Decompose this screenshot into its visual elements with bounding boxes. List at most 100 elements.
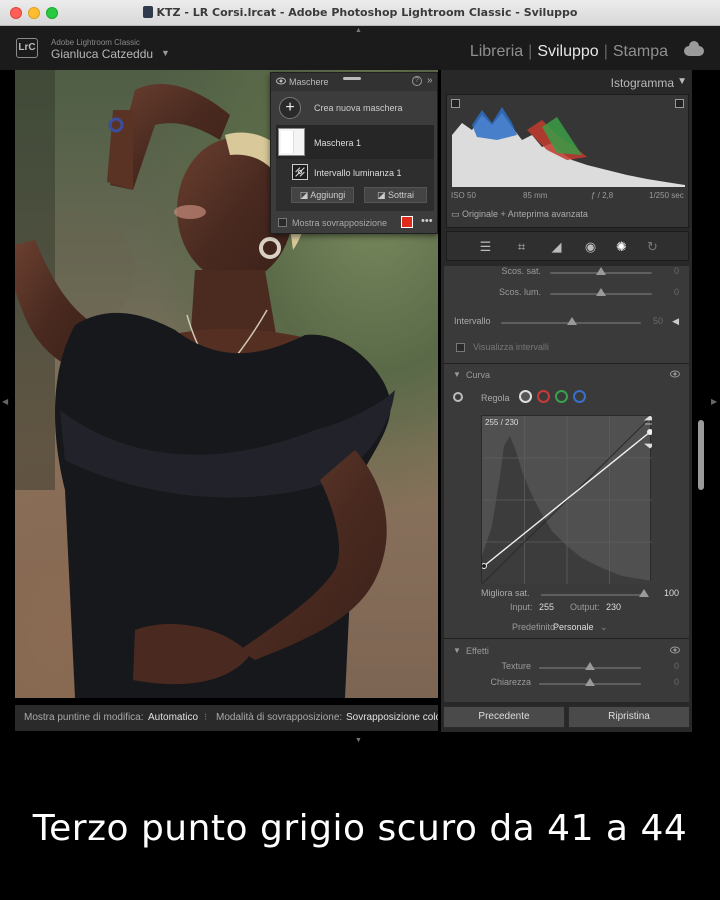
right-panel-scrollbar[interactable] <box>697 270 705 704</box>
top-panel-toggle-icon[interactable]: ▲ <box>355 27 362 34</box>
show-pins-select[interactable]: Automatico <box>148 712 198 723</box>
masks-panel-header[interactable]: Maschere ? » <box>271 73 437 91</box>
enhance-saturation-value[interactable]: 100 <box>664 588 679 598</box>
masks-panel: Maschere ? » + Crea nuova maschera Masch… <box>270 72 438 234</box>
range-arrow-icon[interactable]: ◀ <box>672 316 679 327</box>
presets-icon[interactable]: ↻ <box>645 239 660 254</box>
texture-label: Texture <box>501 661 531 671</box>
cloud-sync-icon[interactable] <box>684 41 704 56</box>
tone-curve-graph[interactable]: 255 / 230 <box>481 415 652 584</box>
show-overlay-label[interactable]: Mostra sovrapposizione <box>292 218 387 228</box>
show-pins-label: Mostra puntine di modifica: <box>24 712 144 723</box>
panel-drag-handle[interactable] <box>343 77 361 80</box>
subtract-from-mask-button[interactable]: ◪ Sottrai <box>364 187 427 203</box>
reset-button[interactable]: Ripristina <box>568 706 690 728</box>
help-icon[interactable]: ? <box>412 76 422 86</box>
mask-item-1-label: Maschera 1 <box>314 138 362 148</box>
identity-menu-caret-icon[interactable]: ▼ <box>161 48 170 58</box>
histogram[interactable]: ISO 50 85 mm ƒ / 2,8 1/250 sec ▭ Origina… <box>446 94 689 228</box>
expand-triangle-icon[interactable]: ▼ <box>453 646 461 655</box>
app-name: Adobe Lightroom Classic <box>51 38 140 47</box>
target-adjust-icon[interactable] <box>453 392 463 402</box>
slider-knob[interactable] <box>596 267 606 275</box>
previous-button[interactable]: Precedente <box>443 706 565 728</box>
slider-knob[interactable] <box>585 662 595 670</box>
preview-mode-label[interactable]: ▭ Originale + Anteprima avanzata <box>451 209 588 220</box>
panel-footer: Precedente Ripristina <box>441 704 692 732</box>
texture-slider[interactable]: Texture 0 <box>444 661 689 675</box>
eye-icon[interactable] <box>670 646 680 654</box>
eye-icon[interactable] <box>670 370 680 378</box>
channel-green-icon[interactable] <box>555 390 568 403</box>
mask-item-1[interactable]: Maschera 1 <box>276 125 434 159</box>
masks-panel-title: Maschere <box>289 77 329 87</box>
range-slider[interactable]: Intervallo 50 ◀ <box>444 316 689 330</box>
effects-section-header[interactable]: ▼ Effetti <box>444 640 689 662</box>
enhance-saturation-slider[interactable]: Migliora sat. 100 <box>444 588 689 602</box>
range-value[interactable]: 50 <box>653 316 663 326</box>
channel-red-icon[interactable] <box>537 390 550 403</box>
mask-thumbnail[interactable] <box>278 128 305 156</box>
slider-knob[interactable] <box>567 317 577 325</box>
filmstrip-toggle-icon[interactable]: ▼ <box>355 737 362 744</box>
sat-shift-slider[interactable]: Scos. sat. 0 <box>444 266 689 280</box>
masking-icon[interactable]: ✺ <box>614 239 629 254</box>
adjust-label: Regola <box>481 393 510 403</box>
select-chevron-icon[interactable]: ⁝ <box>204 712 207 723</box>
luminance-range-item[interactable]: Intervallo luminanza 1 <box>314 168 402 178</box>
chevron-down-icon[interactable]: ⌄ <box>600 622 608 633</box>
overlay-color-swatch[interactable] <box>401 216 413 228</box>
identity-plate[interactable]: Gianluca Catzeddu <box>51 47 153 61</box>
curve-section-header[interactable]: ▼ Curva <box>444 364 689 386</box>
clarity-slider[interactable]: Chiarezza 0 <box>444 677 689 691</box>
clarity-value[interactable]: 0 <box>674 677 679 687</box>
expand-triangle-icon[interactable]: ▼ <box>453 370 461 379</box>
photo-toolbar: Mostra puntine di modifica: Automatico ⁝… <box>15 705 438 731</box>
left-panel-toggle-icon[interactable]: ◀ <box>2 397 8 406</box>
channel-rgb-icon[interactable] <box>519 390 532 403</box>
highlight-clipping-toggle[interactable] <box>675 99 684 108</box>
slider-knob[interactable] <box>596 288 606 296</box>
heal-icon[interactable]: ◢ <box>549 239 564 254</box>
crop-icon[interactable]: ⌗ <box>514 239 529 254</box>
show-ranges-row[interactable]: Visualizza intervalli <box>456 342 549 352</box>
create-new-mask-button[interactable]: + <box>279 97 301 119</box>
slider-knob[interactable] <box>585 678 595 686</box>
create-new-mask-label[interactable]: Crea nuova maschera <box>314 103 403 113</box>
luminance-range-icon[interactable] <box>292 164 308 180</box>
preset-select[interactable]: Personale <box>553 622 594 632</box>
overlay-mode-label: Modalità di sovrapposizione: <box>216 712 343 723</box>
collapse-triangle-icon[interactable]: ▼ <box>677 76 687 87</box>
eye-icon[interactable] <box>276 77 286 85</box>
more-options-icon[interactable]: ••• <box>421 215 433 227</box>
section-divider <box>444 638 689 639</box>
output-value[interactable]: 230 <box>606 602 621 612</box>
input-label: Input: <box>510 602 533 612</box>
lum-shift-value[interactable]: 0 <box>674 287 679 297</box>
add-label: Aggiungi <box>310 190 346 200</box>
show-ranges-checkbox[interactable] <box>456 343 465 352</box>
module-print[interactable]: Stampa <box>613 43 668 60</box>
right-panel-toggle-icon[interactable]: ▶ <box>711 397 717 406</box>
overlay-mode-select[interactable]: Sovrapposizione colo <box>346 712 438 723</box>
sat-shift-value[interactable]: 0 <box>674 266 679 276</box>
add-to-mask-button[interactable]: ◪ Aggiungi <box>291 187 354 203</box>
shadow-clipping-toggle[interactable] <box>451 99 460 108</box>
input-value[interactable]: 255 <box>539 602 554 612</box>
edit-panel-scroll: Scos. sat. 0 Scos. lum. 0 Intervallo 50 … <box>444 266 689 702</box>
collapse-panel-icon[interactable]: » <box>427 75 433 86</box>
lum-shift-slider[interactable]: Scos. lum. 0 <box>444 287 689 301</box>
module-library[interactable]: Libreria <box>470 43 523 60</box>
channel-blue-icon[interactable] <box>573 390 586 403</box>
red-eye-icon[interactable]: ◉ <box>583 239 598 254</box>
edit-sliders-icon[interactable]: ☰ <box>478 239 493 254</box>
show-overlay-checkbox[interactable] <box>278 218 287 227</box>
slider-knob[interactable] <box>639 589 649 597</box>
slider-track[interactable] <box>541 594 644 596</box>
enhance-saturation-label: Migliora sat. <box>481 588 530 598</box>
clarity-label: Chiarezza <box>490 677 531 687</box>
histogram-header[interactable]: Istogramma ▼ <box>441 70 692 94</box>
texture-value[interactable]: 0 <box>674 661 679 671</box>
scrollbar-thumb[interactable] <box>698 420 704 490</box>
module-develop[interactable]: Sviluppo <box>537 43 598 60</box>
